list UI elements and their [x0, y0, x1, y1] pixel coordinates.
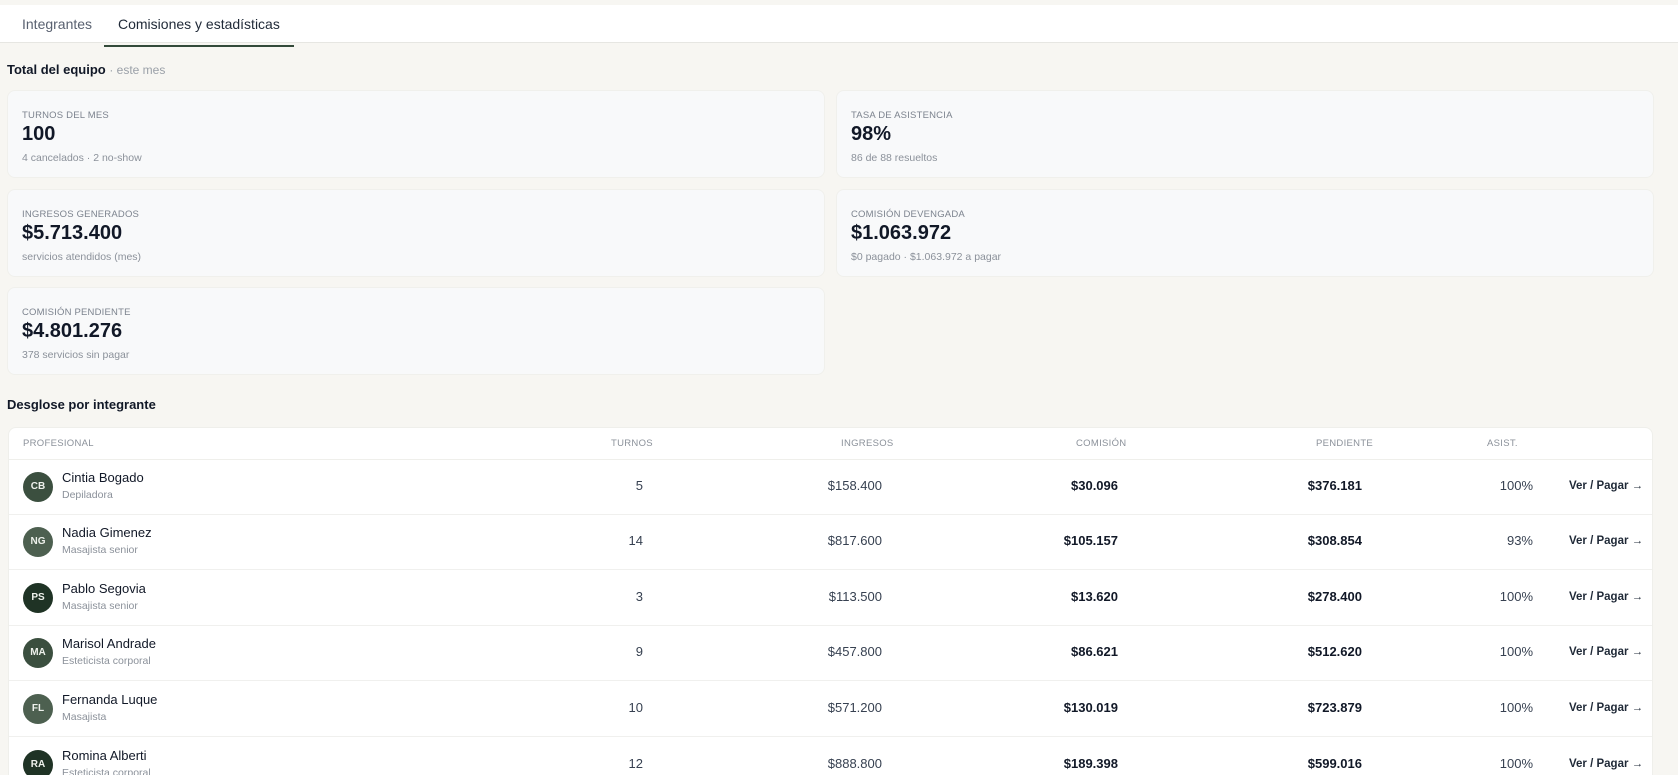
commission-cell: $189.398: [1063, 756, 1118, 771]
income-cell: $571.200: [827, 700, 882, 715]
ver-pagar-link[interactable]: Ver / Pagar →: [1569, 758, 1643, 770]
turns-cell: 9: [635, 644, 643, 659]
ver-pagar-link[interactable]: Ver / Pagar →: [1569, 646, 1643, 658]
table-row[interactable]: RA Romina Alberti Esteticista corporal 1…: [9, 738, 1652, 775]
ver-pagar-link[interactable]: Ver / Pagar →: [1569, 480, 1643, 492]
card-comision-devengada: COMISIÓN DEVENGADA $1.063.972 $0 pagado …: [836, 189, 1654, 277]
attendance-cell: 100%: [1499, 700, 1533, 715]
pending-cell: $723.879: [1307, 700, 1362, 715]
professional-name: Nadia Gimenez: [62, 525, 152, 540]
avatar: MA: [23, 638, 53, 668]
card-label: TASA DE ASISTENCIA: [851, 110, 953, 121]
card-label: COMISIÓN PENDIENTE: [22, 307, 131, 318]
table-header: PROFESIONAL TURNOS INGRESOS COMISIÓN PEN…: [9, 428, 1652, 460]
turns-cell: 5: [635, 478, 643, 493]
card-ingresos: INGRESOS GENERADOS $5.713.400 servicios …: [7, 189, 825, 277]
income-cell: $113.500: [828, 589, 882, 604]
card-value: 100: [22, 123, 56, 145]
income-cell: $158.400: [827, 478, 882, 493]
pending-cell: $512.620: [1307, 644, 1362, 659]
avatar: FL: [23, 694, 53, 724]
card-sub: $0 pagado · $1.063.972 a pagar: [851, 251, 1002, 263]
breakdown-title: Desglose por integrante: [7, 397, 156, 412]
income-cell: $888.800: [827, 756, 882, 771]
tab-bar: Integrantes Comisiones y estadísticas: [0, 0, 1678, 47]
card-sub: 378 servicios sin pagar: [22, 349, 130, 361]
card-sub: servicios atendidos (mes): [22, 251, 142, 263]
ver-pagar-link[interactable]: Ver / Pagar →: [1569, 535, 1643, 547]
card-value: $5.713.400: [22, 222, 123, 244]
professional-role: Depiladora: [62, 489, 113, 501]
card-comision-pendiente: COMISIÓN PENDIENTE $4.801.276 378 servic…: [7, 287, 825, 375]
card-label: TURNOS DEL MES: [22, 110, 109, 121]
attendance-cell: 100%: [1499, 478, 1533, 493]
commission-cell: $105.157: [1063, 533, 1118, 548]
card-value: $4.801.276: [22, 320, 123, 342]
commission-cell: $130.019: [1063, 700, 1118, 715]
commission-cell: $13.620: [1071, 589, 1118, 604]
col-pendiente: PENDIENTE: [1316, 438, 1374, 449]
commission-cell: $86.621: [1071, 644, 1118, 659]
professional-role: Esteticista corporal: [62, 767, 151, 775]
table-row[interactable]: FL Fernanda Luque Masajista 10 $571.200 …: [9, 682, 1652, 737]
pending-cell: $308.854: [1307, 533, 1362, 548]
professional-role: Masajista senior: [62, 544, 138, 556]
professional-name: Romina Alberti: [62, 748, 147, 763]
ver-pagar-link[interactable]: Ver / Pagar →: [1569, 702, 1643, 714]
table-row[interactable]: MA Marisol Andrade Esteticista corporal …: [9, 626, 1652, 681]
card-asistencia: TASA DE ASISTENCIA 98% 86 de 88 resuelto…: [836, 90, 1654, 178]
income-cell: $457.800: [827, 644, 882, 659]
professional-name: Pablo Segovia: [62, 581, 146, 596]
turns-cell: 12: [628, 756, 643, 771]
income-cell: $817.600: [827, 533, 882, 548]
turns-cell: 10: [628, 700, 643, 715]
card-sub: 4 cancelados · 2 no-show: [22, 152, 142, 164]
table-row[interactable]: NG Nadia Gimenez Masajista senior 14 $81…: [9, 515, 1652, 570]
turns-cell: 14: [628, 533, 643, 548]
col-ingresos: INGRESOS: [841, 438, 894, 449]
pending-cell: $376.181: [1307, 478, 1362, 493]
professional-name: Fernanda Luque: [62, 692, 158, 707]
attendance-cell: 100%: [1499, 589, 1533, 604]
professional-name: Cintia Bogado: [62, 470, 144, 485]
table-row[interactable]: PS Pablo Segovia Masajista senior 3 $113…: [9, 571, 1652, 626]
turns-cell: 3: [635, 589, 643, 604]
ver-pagar-link[interactable]: Ver / Pagar →: [1569, 591, 1643, 603]
avatar: PS: [23, 583, 53, 613]
summary-period: · este mes: [109, 63, 166, 77]
tab-comisiones[interactable]: Comisiones y estadísticas: [104, 14, 294, 47]
card-value: 98%: [851, 123, 892, 145]
commission-cell: $30.096: [1071, 478, 1118, 493]
card-label: COMISIÓN DEVENGADA: [851, 209, 965, 220]
summary-title-text: Total del equipo: [7, 62, 106, 77]
table-row[interactable]: CB Cintia Bogado Depiladora 5 $158.400 $…: [9, 460, 1652, 515]
tab-integrantes[interactable]: Integrantes: [22, 14, 92, 47]
attendance-cell: 93%: [1506, 533, 1533, 548]
attendance-cell: 100%: [1499, 644, 1533, 659]
card-label: INGRESOS GENERADOS: [22, 209, 140, 220]
breakdown-table: PROFESIONAL TURNOS INGRESOS COMISIÓN PEN…: [8, 427, 1653, 775]
summary-title: Total del equipo · este mes: [7, 62, 165, 77]
avatar: CB: [23, 472, 53, 502]
col-asist: ASIST.: [1487, 438, 1518, 449]
card-sub: 86 de 88 resueltos: [851, 152, 938, 164]
col-comision: COMISIÓN: [1076, 438, 1127, 449]
avatar: NG: [23, 527, 53, 557]
col-profesional: PROFESIONAL: [23, 438, 94, 449]
professional-name: Marisol Andrade: [62, 636, 156, 651]
pending-cell: $599.016: [1307, 756, 1362, 771]
attendance-cell: 100%: [1499, 756, 1533, 771]
professional-role: Masajista senior: [62, 600, 138, 612]
col-turnos: TURNOS: [611, 438, 653, 449]
card-value: $1.063.972: [851, 222, 952, 244]
avatar: RA: [23, 750, 53, 775]
pending-cell: $278.400: [1307, 589, 1362, 604]
card-turnos: TURNOS DEL MES 100 4 cancelados · 2 no-s…: [7, 90, 825, 178]
professional-role: Masajista: [62, 711, 107, 723]
professional-role: Esteticista corporal: [62, 655, 151, 667]
